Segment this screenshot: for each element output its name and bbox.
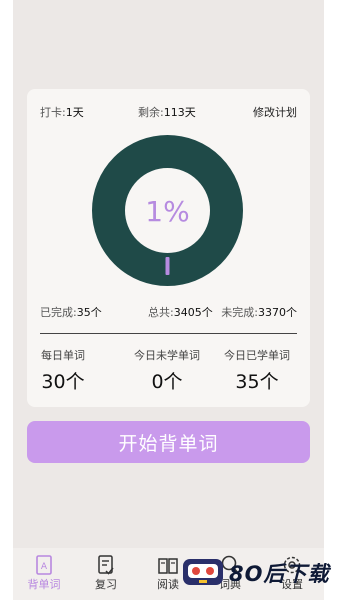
divider (40, 333, 297, 334)
tab-memorize-label: 背单词 (27, 578, 61, 591)
progress-percent-text: 1% (145, 195, 189, 228)
watermark-text: 8O后下载 (229, 562, 330, 586)
progress-ring-indicator (165, 257, 170, 275)
review-checklist-icon (98, 555, 114, 575)
flashcard-icon: A (36, 555, 52, 575)
daily-words-stat: 每日单词 30个 (41, 347, 85, 394)
tab-review[interactable]: 复习 (81, 554, 131, 592)
today-learned-label: 今日已学单词 (224, 349, 290, 362)
watermark-logo: 8O后下载 (180, 553, 337, 593)
progress-card: 打卡:1天 剩余:113天 修改计划 1% 已完成:35个 总共:3405个 未… (27, 89, 310, 407)
svg-text:A: A (41, 562, 48, 572)
tab-memorize[interactable]: A 背单词 (19, 554, 69, 592)
uncompleted-stat: 未完成:3370个 (221, 306, 297, 319)
edit-plan-link[interactable]: 修改计划 (253, 104, 297, 120)
today-learned-stat: 今日已学单词 35个 (224, 347, 290, 394)
completed-stat: 已完成:35个 (40, 306, 102, 319)
remaining-days-stat: 剩余:113天 (138, 106, 196, 119)
today-learned-value: 35个 (235, 371, 279, 393)
book-icon (158, 558, 178, 574)
today-unlearned-stat: 今日未学单词 0个 (134, 347, 200, 394)
tab-review-label: 复习 (95, 578, 117, 591)
tab-reading-label: 阅读 (157, 578, 179, 591)
stats-bottom-row: 已完成:35个 总共:3405个 未完成:3370个 (40, 304, 297, 320)
start-learning-button[interactable]: 开始背单词 (27, 421, 310, 463)
checkin-stat: 打卡:1天 (40, 106, 84, 119)
daily-words-value: 30个 (41, 371, 85, 393)
progress-ring: 1% (92, 135, 243, 286)
total-stat: 总共:3405个 (148, 306, 213, 319)
stats-top-row: 打卡:1天 剩余:113天 修改计划 (40, 104, 297, 120)
daily-stats: 每日单词 30个 今日未学单词 0个 今日已学单词 35个 (27, 347, 310, 397)
daily-words-label: 每日单词 (41, 349, 85, 362)
watermark-mascot-icon (183, 559, 223, 585)
today-unlearned-value: 0个 (151, 371, 183, 393)
today-unlearned-label: 今日未学单词 (134, 349, 200, 362)
